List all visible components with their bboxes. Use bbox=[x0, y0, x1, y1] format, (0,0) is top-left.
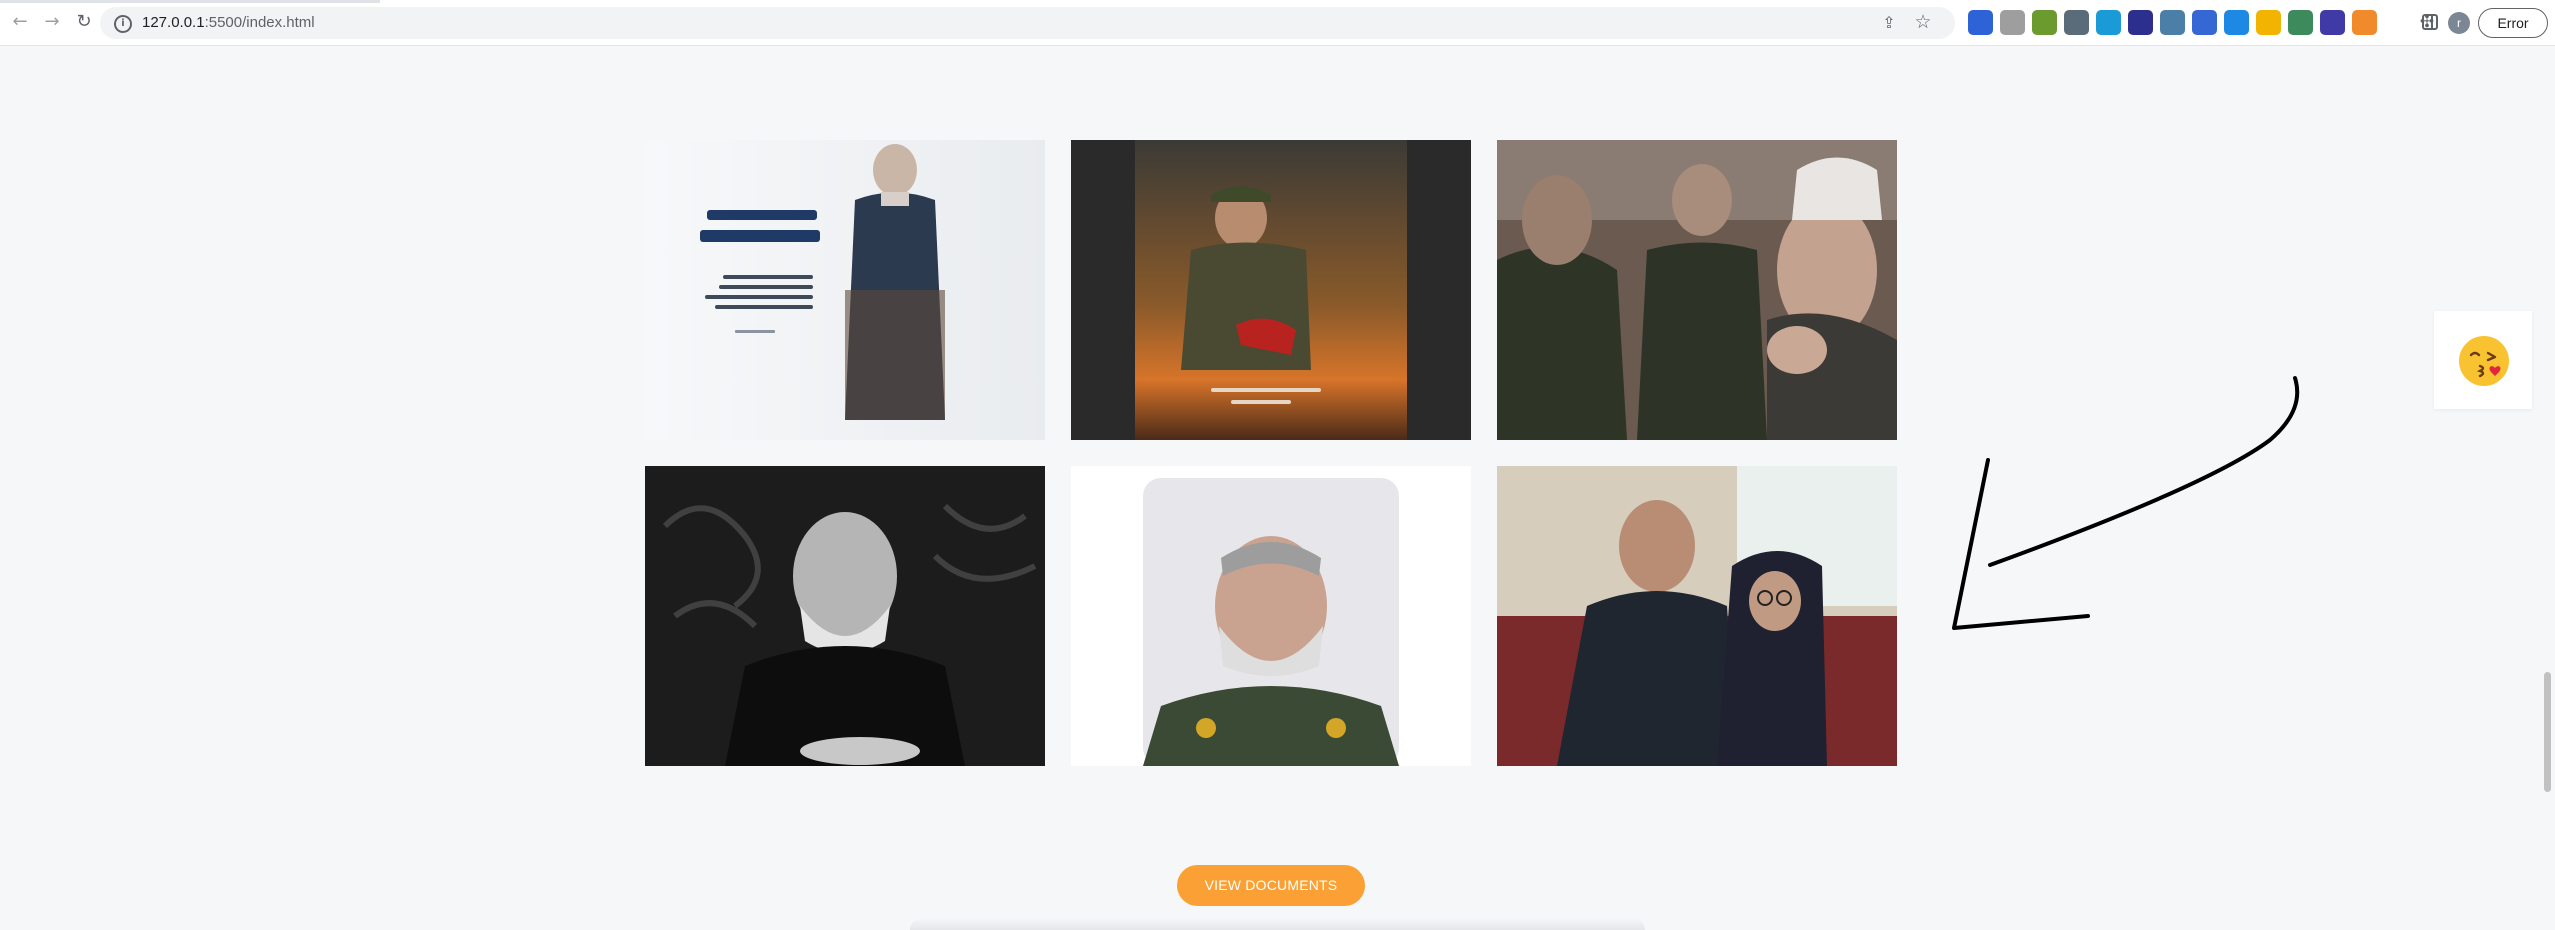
elderly-woman-image bbox=[1497, 466, 1897, 766]
gallery-image-3[interactable] bbox=[1497, 140, 1897, 440]
site-info-icon[interactable]: i bbox=[114, 15, 132, 33]
bookmark-star-icon[interactable]: ☆ bbox=[1913, 11, 1933, 33]
arrow-annotation-icon bbox=[1952, 376, 2300, 630]
gallery-image-4[interactable] bbox=[645, 466, 1045, 766]
extension-icon-3[interactable] bbox=[2032, 10, 2057, 35]
extension-icon-13[interactable] bbox=[2352, 10, 2377, 35]
share-icon[interactable]: ⇪ bbox=[1879, 13, 1899, 33]
page-scrollbar[interactable] bbox=[2540, 46, 2555, 930]
gallery-image-2[interactable] bbox=[1071, 140, 1471, 440]
back-icon[interactable]: ← bbox=[8, 10, 32, 34]
extension-icon-8[interactable] bbox=[2192, 10, 2217, 35]
extension-icon-5[interactable] bbox=[2096, 10, 2121, 35]
extensions-bar bbox=[1968, 10, 2377, 36]
extension-icon-7[interactable] bbox=[2160, 10, 2185, 35]
extension-icon-10[interactable] bbox=[2256, 10, 2281, 35]
scrollbar-thumb[interactable] bbox=[2544, 672, 2551, 792]
browser-toolbar: ← → ↻ i 127.0.0.1:5500/index.html ⇪ ☆ ✣ … bbox=[0, 0, 2555, 46]
bottom-panel-edge bbox=[910, 918, 1645, 930]
url-path: :5500/index.html bbox=[204, 14, 315, 31]
tab-strip bbox=[0, 0, 380, 3]
side-panel-icon[interactable] bbox=[2422, 14, 2438, 30]
url-host: 127.0.0.1 bbox=[142, 14, 205, 31]
gallery-image-6[interactable] bbox=[1497, 466, 1897, 766]
extension-icon-1[interactable] bbox=[1968, 10, 1993, 35]
extension-icon-2[interactable] bbox=[2000, 10, 2025, 35]
extension-icon-9[interactable] bbox=[2224, 10, 2249, 35]
forward-icon[interactable]: → bbox=[40, 10, 64, 34]
extension-icon-4[interactable] bbox=[2064, 10, 2089, 35]
soldier-poster-image bbox=[1071, 140, 1471, 440]
address-bar[interactable]: i 127.0.0.1:5500/index.html ⇪ ☆ bbox=[100, 7, 1955, 39]
view-documents-button[interactable]: VIEW DOCUMENTS bbox=[1177, 865, 1365, 906]
extension-icon-6[interactable] bbox=[2128, 10, 2153, 35]
bw-portrait-image bbox=[645, 466, 1045, 766]
poster-calligraphy-image bbox=[645, 140, 1045, 440]
extension-icon-11[interactable] bbox=[2288, 10, 2313, 35]
profile-avatar[interactable]: r bbox=[2448, 12, 2470, 34]
error-button[interactable]: Error bbox=[2478, 8, 2548, 38]
photo-gallery bbox=[645, 140, 1897, 766]
url-text[interactable]: 127.0.0.1:5500/index.html bbox=[142, 14, 315, 31]
gallery-image-1[interactable] bbox=[645, 140, 1045, 440]
kissing-face-icon bbox=[2459, 336, 2509, 386]
emoji-widget[interactable] bbox=[2434, 311, 2532, 409]
gallery-image-5[interactable] bbox=[1071, 466, 1471, 766]
smiling-portrait-image bbox=[1071, 466, 1471, 766]
reload-icon[interactable]: ↻ bbox=[72, 10, 96, 34]
extension-icon-12[interactable] bbox=[2320, 10, 2345, 35]
officers-praying-image bbox=[1497, 140, 1897, 440]
